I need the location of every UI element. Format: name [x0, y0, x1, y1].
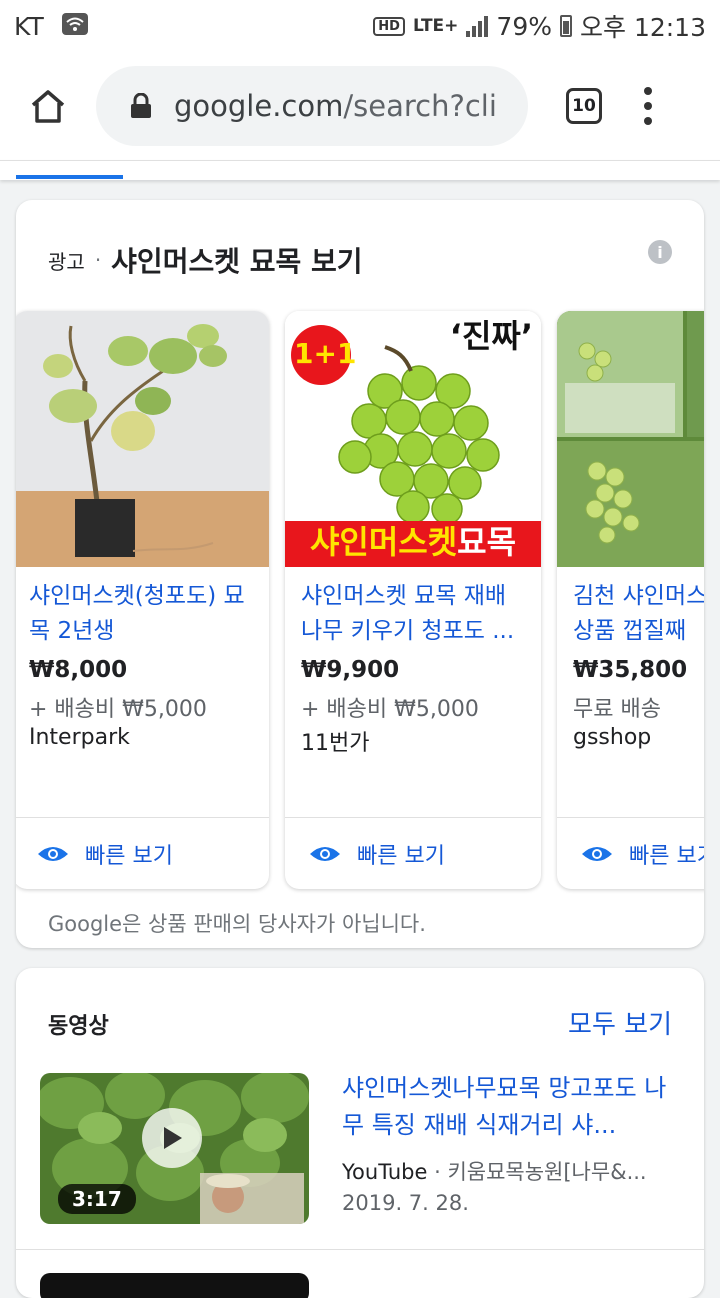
wifi-icon — [61, 12, 88, 41]
url-path: /search?cli — [343, 89, 497, 123]
shopping-ads-card: 광고 · 샤인머스켓 묘목 보기 i 샤인머스켓(청포도) 묘목 2년생 ₩8,… — [16, 200, 704, 948]
quick-view-label: 빠른 보기 — [85, 843, 173, 869]
product-price: ₩9,900 — [301, 657, 400, 683]
eye-icon — [310, 846, 340, 861]
video-title[interactable]: 샤인머스켓나무묘목 망고포도 나무 특징 재배 식재거리 샤... — [342, 1070, 682, 1144]
quick-view-button[interactable]: 빠른 보기 — [557, 817, 704, 889]
video-source: YouTube · 키움묘목농원[나무&... — [342, 1160, 647, 1184]
ads-header: 광고 · 샤인머스켓 묘목 보기 — [48, 240, 363, 280]
play-button[interactable] — [142, 1108, 202, 1168]
product-card[interactable]: 샤인머스켓(청포도) 묘목 2년생 ₩8,000 + 배송비 ₩5,000 In… — [16, 311, 269, 889]
product-shipping: 무료 배송 — [573, 697, 661, 722]
quick-view-button[interactable]: 빠른 보기 — [16, 817, 269, 889]
videos-section-title: 동영상 — [48, 1014, 109, 1039]
product-name[interactable]: 김천 샤인머스켓 용 최상품 껍질째 — [573, 579, 704, 649]
url-text: google.com/search?cli — [174, 89, 497, 123]
product-seller: 11번가 — [301, 731, 370, 756]
network-type: LTE+ — [412, 16, 459, 36]
ads-title: 샤인머스켓 묘목 보기 — [111, 245, 363, 278]
product-price: ₩35,800 — [573, 657, 688, 683]
quick-view-label: 빠른 보기 — [629, 843, 704, 869]
ads-disclaimer: Google은 상품 판매의 당사자가 아닙니다. — [48, 912, 426, 936]
status-right: HD LTE+ 79% 오후 12:13 — [373, 8, 706, 44]
product-name[interactable]: 샤인머스켓(청포도) 묘목 2년생 — [29, 579, 257, 649]
product-card[interactable]: 1+1 ‘진짜’ 샤인머스켓묘목 샤인머스켓 묘목 재배 나무 키우기 청포도 … — [285, 311, 541, 889]
active-tab-indicator — [16, 175, 123, 179]
url-host: google.com — [174, 89, 344, 123]
quick-view-button[interactable]: 빠른 보기 — [285, 817, 541, 889]
info-icon[interactable]: i — [648, 240, 672, 264]
home-icon — [31, 90, 65, 123]
product-seller: Interpark — [29, 725, 130, 750]
image-banner-right: 묘목 — [457, 523, 517, 561]
product-card[interactable]: 김천 샤인머스켓 용 최상품 껍질째 ₩35,800 무료 배송 gsshop … — [557, 311, 704, 889]
ad-label: 광고 — [48, 249, 85, 274]
product-price: ₩8,000 — [29, 657, 128, 683]
videos-card: 동영상 모두 보기 3:17 샤인머스켓나무묘목 망고포도 나무 특징 재배 식… — [16, 968, 704, 1298]
browser-toolbar: google.com/search?cli 10 — [0, 52, 720, 160]
eye-icon — [38, 846, 68, 861]
search-tab-strip — [0, 160, 720, 180]
product-shipping: + 배송비 ₩5,000 — [29, 697, 207, 722]
play-icon — [164, 1127, 182, 1149]
ad-separator: · — [94, 248, 102, 272]
hd-voice-icon: HD — [373, 16, 405, 36]
lock-icon — [131, 93, 151, 118]
home-button[interactable] — [0, 52, 96, 160]
video-thumbnail[interactable]: 3:17 — [40, 1073, 309, 1224]
image-badge-text: 1+1 — [294, 337, 357, 370]
status-bar: KT HD LTE+ 79% 오후 12:13 — [0, 0, 720, 52]
signal-icon — [466, 15, 489, 37]
video-platform: YouTube — [342, 1160, 428, 1184]
eye-icon — [582, 846, 612, 861]
quick-view-label: 빠른 보기 — [357, 843, 445, 869]
video-date: 2019. 7. 28. — [342, 1191, 469, 1215]
video-channel: 키움묘목농원[나무&... — [447, 1160, 647, 1184]
url-bar[interactable]: google.com/search?cli — [96, 66, 528, 146]
video-duration: 3:17 — [58, 1184, 136, 1214]
battery-percent: 79% — [496, 11, 552, 41]
image-corner-text: ‘진짜’ — [449, 317, 533, 355]
carrier-label: KT — [14, 11, 44, 41]
divider — [16, 1249, 704, 1250]
battery-icon — [560, 15, 572, 37]
product-image[interactable]: 1+1 ‘진짜’ 샤인머스켓묘목 — [285, 311, 541, 567]
product-seller: gsshop — [573, 725, 652, 750]
image-banner-left: 샤인머스켓 — [309, 523, 458, 561]
product-image[interactable] — [16, 311, 269, 567]
see-all-link[interactable]: 모두 보기 — [568, 1004, 672, 1041]
tab-switcher-button[interactable]: 10 — [566, 88, 602, 124]
more-vert-icon[interactable] — [644, 87, 652, 125]
tab-count: 10 — [572, 96, 596, 116]
clock: 오후 12:13 — [580, 13, 706, 42]
product-image[interactable] — [557, 311, 704, 567]
image-banner-text: 샤인머스켓묘목 — [285, 517, 541, 563]
product-name[interactable]: 샤인머스켓 묘목 재배 나무 키우기 청포도 ... — [301, 579, 529, 649]
video-thumbnail[interactable] — [40, 1273, 309, 1298]
product-shipping: + 배송비 ₩5,000 — [301, 697, 479, 722]
